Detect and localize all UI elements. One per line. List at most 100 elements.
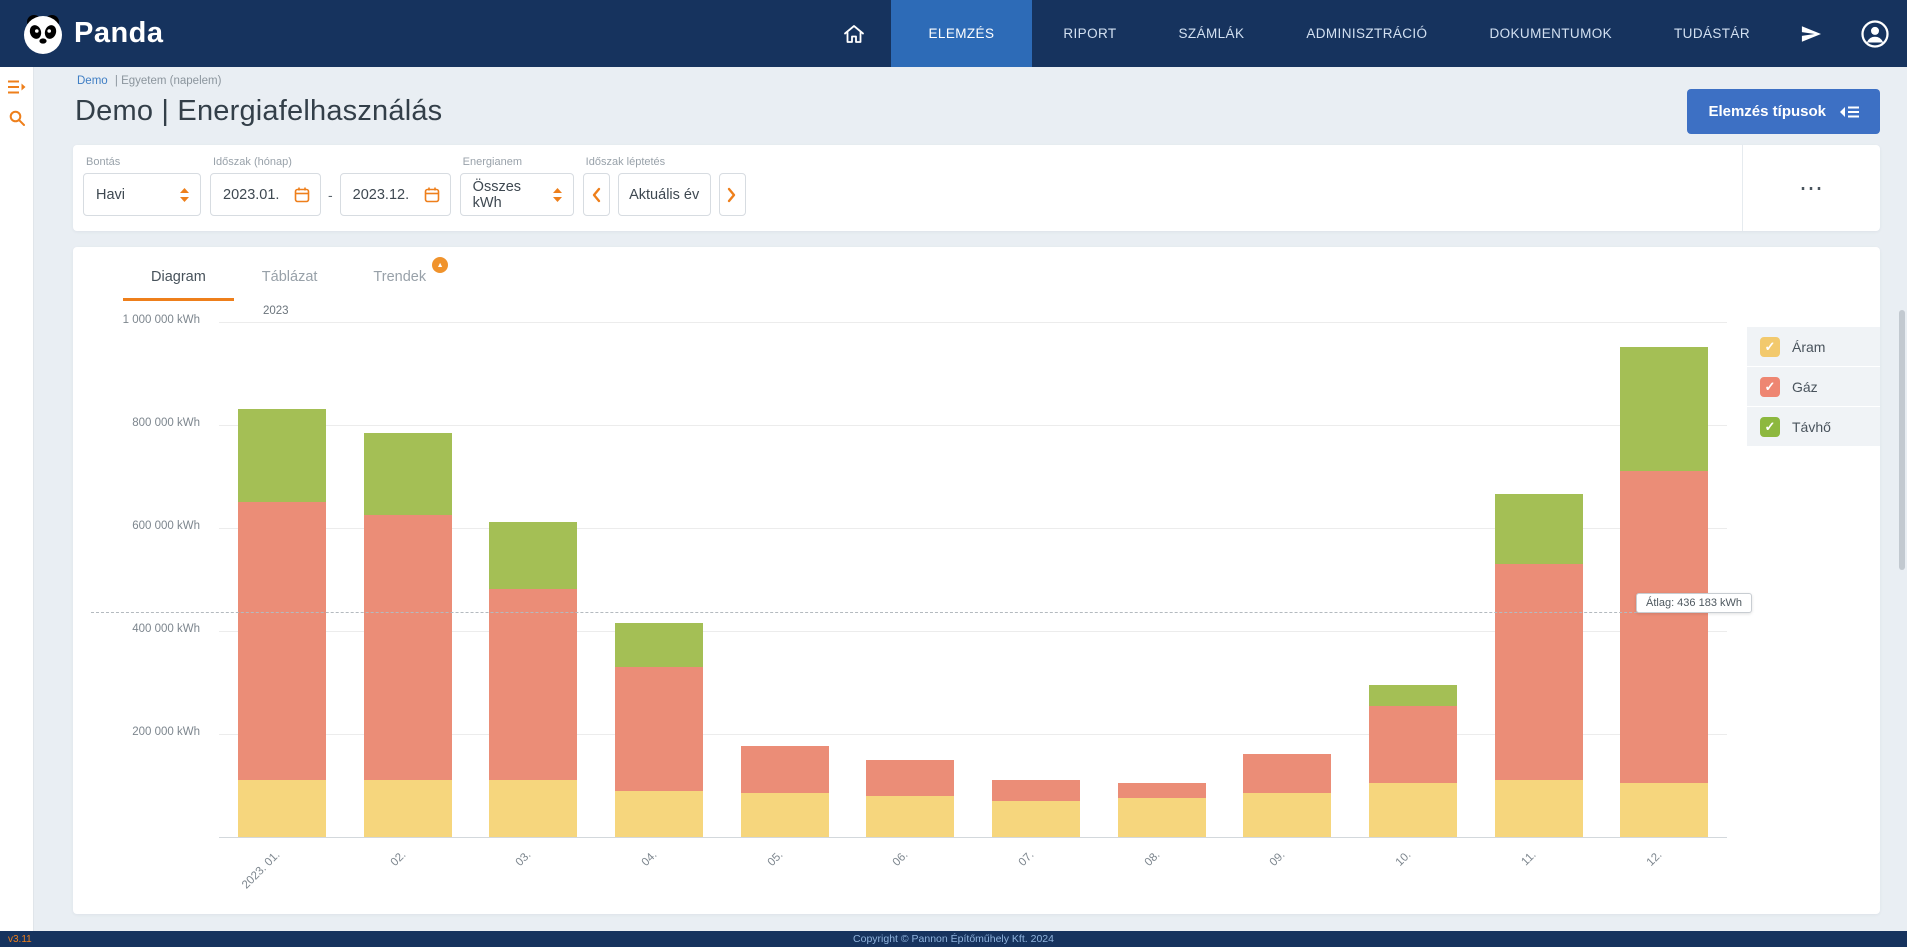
page-title: Demo | Energiafelhasználás [75, 95, 442, 128]
bar-segment-aram[interactable] [992, 801, 1080, 837]
bar-05[interactable] [741, 746, 829, 837]
bar-06[interactable] [866, 760, 954, 837]
bar-segment-aram[interactable] [1620, 783, 1708, 837]
bar-09[interactable] [1243, 754, 1331, 837]
y-tick-label: 200 000 kWh [73, 726, 200, 738]
gridline [219, 425, 1727, 426]
energianem-select[interactable]: Összes kWh [460, 173, 574, 216]
bar-segment-gaz[interactable] [1243, 754, 1331, 793]
breadcrumb: Demo | Egyetem (napelem) [77, 75, 1880, 87]
next-period-button[interactable] [719, 173, 746, 216]
bar-2023-01[interactable] [238, 409, 326, 837]
bar-segment-gaz[interactable] [1495, 564, 1583, 780]
legend-item-aram[interactable]: ✓ Áram [1747, 327, 1880, 367]
bar-segment-tavho[interactable] [1495, 494, 1583, 564]
idoszak-label: Időszak (hónap) [213, 156, 451, 168]
bar-segment-gaz[interactable] [741, 746, 829, 793]
bar-segment-aram[interactable] [1243, 793, 1331, 837]
prev-period-button[interactable] [583, 173, 610, 216]
legend-item-tavho[interactable]: ✓Távhő [1747, 407, 1880, 447]
chart-card: DiagramTáblázatTrendek▲ 2023 200 000 kWh… [73, 247, 1880, 914]
chart-legend: ✓ Áram ✓Gáz✓Távhő [1747, 327, 1880, 447]
nav-item-elemzes[interactable]: ELEMZÉS [891, 0, 1033, 67]
bar-segment-gaz[interactable] [1620, 471, 1708, 783]
x-tick-label: 11. [1520, 849, 1539, 868]
bar-segment-tavho[interactable] [489, 522, 577, 589]
analysis-types-button[interactable]: Elemzés típusok [1687, 89, 1880, 134]
nav-item-adminisztracio[interactable]: ADMINISZTRÁCIÓ [1275, 0, 1458, 67]
bar-04[interactable] [615, 623, 703, 837]
bar-segment-gaz[interactable] [238, 502, 326, 780]
bar-segment-tavho[interactable] [615, 623, 703, 667]
main-content: Demo | Egyetem (napelem) Demo | Energiaf… [34, 67, 1907, 931]
bar-10[interactable] [1369, 685, 1457, 837]
bar-03[interactable] [489, 522, 577, 837]
sidebar [0, 67, 34, 931]
user-account-button[interactable] [1841, 0, 1907, 67]
bar-segment-gaz[interactable] [1118, 783, 1206, 798]
energianem-label: Energianem [463, 156, 574, 168]
bar-segment-aram[interactable] [489, 780, 577, 837]
scrollbar[interactable] [1899, 310, 1905, 570]
top-nav: Panda ELEMZÉSRIPORTSZÁMLÁKADMINISZTRÁCIÓ… [0, 0, 1907, 67]
bar-02[interactable] [364, 433, 452, 837]
bar-07[interactable] [992, 780, 1080, 837]
x-tick-label: 2023. 01. [240, 849, 282, 891]
home-button[interactable] [817, 0, 891, 67]
nav-item-szamlak[interactable]: SZÁMLÁK [1148, 0, 1276, 67]
analysis-types-label: Elemzés típusok [1708, 103, 1826, 120]
bar-segment-gaz[interactable] [615, 667, 703, 791]
bar-08[interactable] [1118, 783, 1206, 837]
nav-item-tudastar[interactable]: TUDÁSTÁR [1643, 0, 1781, 67]
calendar-icon [294, 187, 310, 203]
x-tick-label: 06. [891, 849, 911, 869]
app-root: Panda ELEMZÉSRIPORTSZÁMLÁKADMINISZTRÁCIÓ… [0, 0, 1907, 947]
updown-icon [180, 188, 189, 202]
chevron-left-icon [591, 187, 601, 203]
bar-segment-aram[interactable] [238, 780, 326, 837]
bar-segment-tavho[interactable] [364, 433, 452, 515]
nav-menu: ELEMZÉSRIPORTSZÁMLÁKADMINISZTRÁCIÓDOKUME… [817, 0, 1907, 67]
y-tick-label: 1 000 000 kWh [73, 314, 200, 326]
bar-11[interactable] [1495, 494, 1583, 837]
breadcrumb-link[interactable]: Demo [77, 75, 108, 87]
chart-year-label: 2023 [263, 305, 289, 317]
bar-segment-tavho[interactable] [1369, 685, 1457, 706]
bar-segment-gaz[interactable] [992, 780, 1080, 801]
nav-item-dokumentumok[interactable]: DOKUMENTUMOK [1458, 0, 1643, 67]
send-button[interactable] [1781, 0, 1841, 67]
bar-segment-aram[interactable] [866, 796, 954, 837]
more-options-button[interactable]: ⋯ [1742, 145, 1880, 231]
bar-segment-tavho[interactable] [1620, 347, 1708, 471]
bar-segment-gaz[interactable] [1369, 706, 1457, 783]
current-period-button[interactable]: Aktuális év [618, 173, 711, 216]
brand[interactable]: Panda [22, 13, 164, 55]
bar-segment-aram[interactable] [1118, 798, 1206, 837]
bar-segment-gaz[interactable] [866, 760, 954, 796]
legend-item-gaz[interactable]: ✓Gáz [1747, 367, 1880, 407]
legend-label: Áram [1792, 339, 1825, 355]
bar-segment-tavho[interactable] [238, 409, 326, 502]
x-tick-label: 05. [765, 849, 785, 869]
bontas-value: Havi [96, 187, 125, 203]
sidebar-toggle-icon[interactable] [8, 80, 26, 94]
legend-checkbox-gaz[interactable]: ✓ [1760, 377, 1780, 397]
legend-checkbox-tavho[interactable]: ✓ [1760, 417, 1780, 437]
search-icon[interactable] [9, 110, 25, 126]
bar-12[interactable] [1620, 347, 1708, 837]
bar-segment-gaz[interactable] [364, 515, 452, 780]
bontas-select[interactable]: Havi [83, 173, 201, 216]
bar-segment-aram[interactable] [1495, 780, 1583, 837]
bar-segment-aram[interactable] [364, 780, 452, 837]
bar-segment-aram[interactable] [741, 793, 829, 837]
bar-segment-aram[interactable] [1369, 783, 1457, 837]
nav-item-riport[interactable]: RIPORT [1032, 0, 1147, 67]
legend-checkbox-aram[interactable]: ✓ [1760, 337, 1780, 357]
bar-segment-gaz[interactable] [489, 589, 577, 780]
bontas-label: Bontás [86, 156, 201, 168]
footer: v3.11 Copyright © Pannon Építőműhely Kft… [0, 931, 1907, 947]
bar-segment-aram[interactable] [615, 791, 703, 837]
chart-area: 2023 200 000 kWh400 000 kWh600 000 kWh80… [73, 247, 1880, 914]
date-from-input[interactable]: 2023.01. [210, 173, 321, 216]
date-to-input[interactable]: 2023.12. [340, 173, 451, 216]
